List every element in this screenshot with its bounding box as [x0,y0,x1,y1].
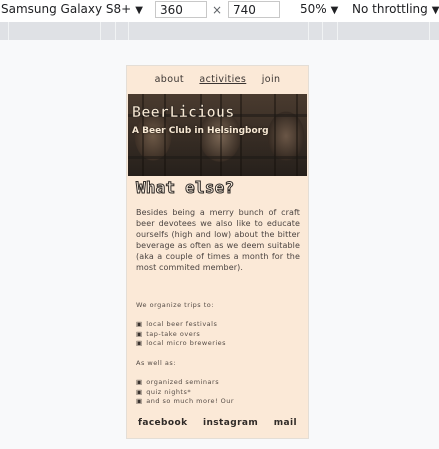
also-list: ▣ organized seminars ▣ quiz nights* ▣ an… [136,378,234,407]
section-title: What else? [135,178,235,198]
zoom-select[interactable]: 50% ▼ [300,2,338,16]
list-item: ▣ local beer festivals [136,320,218,328]
trips-heading: We organize trips to: [136,301,214,309]
hero-subtitle: A Beer Club in Helsingborg [132,126,269,136]
beer-mug-icon: ▣ [136,320,143,328]
device-select[interactable]: Samsung Galaxy S8+ ▼ [1,2,143,16]
list-item: ▣ tap-take overs [136,329,201,338]
trips-list: ▣ local beer festivals ▣ tap-take overs … [136,320,226,349]
dimension-separator: × [212,3,223,17]
list-item: ▣ local micro breweries [136,339,227,347]
top-nav: about activities join [127,74,308,85]
device-toolbar: Samsung Galaxy S8+ ▼ 360 × 740 50% ▼ No th… [0,0,439,22]
device-name: Samsung Galaxy S8+ [1,2,132,16]
intro-paragraph: Besides being a merry bunch of craft bee… [136,208,300,272]
device-viewport: about activities join BeerLicious A Beer… [127,66,308,438]
footer-link-mail[interactable]: mail [274,418,297,428]
list-item: ▣ quiz nights* [136,387,192,396]
throttling-value: No throttling [352,2,428,16]
chevron-down-icon: ▼ [330,5,339,16]
list-item: ▣ organized seminars [136,378,220,386]
beer-mug-icon: ▣ [136,339,143,347]
nav-link-join[interactable]: join [262,74,281,85]
footer-nav: facebook instagram mail [127,418,308,428]
beer-mug-icon: ▣ [136,387,143,396]
footer-link-instagram[interactable]: instagram [203,418,258,428]
nav-link-about[interactable]: about [155,74,184,85]
zoom-value: 50% [300,2,327,16]
footer-link-facebook[interactable]: facebook [138,418,187,428]
beer-mug-icon: ▣ [136,329,143,338]
chevron-down-icon: ▼ [135,5,143,16]
nav-link-activities[interactable]: activities [199,74,246,85]
hero-banner: BeerLicious A Beer Club in Helsingborg [128,94,307,176]
chevron-down-icon: ▼ [431,5,439,16]
also-heading: As well as: [136,359,176,367]
hero-title: BeerLicious [132,103,235,122]
throttling-select[interactable]: No throttling ▼ [352,2,439,16]
beer-mug-icon: ▣ [136,397,143,405]
beer-mug-icon: ▣ [136,378,143,386]
width-input[interactable]: 360 [155,1,207,18]
height-input[interactable]: 740 [228,1,280,18]
list-item: ▣ and so much more! Our [136,397,235,405]
media-query-ruler[interactable] [0,22,439,40]
